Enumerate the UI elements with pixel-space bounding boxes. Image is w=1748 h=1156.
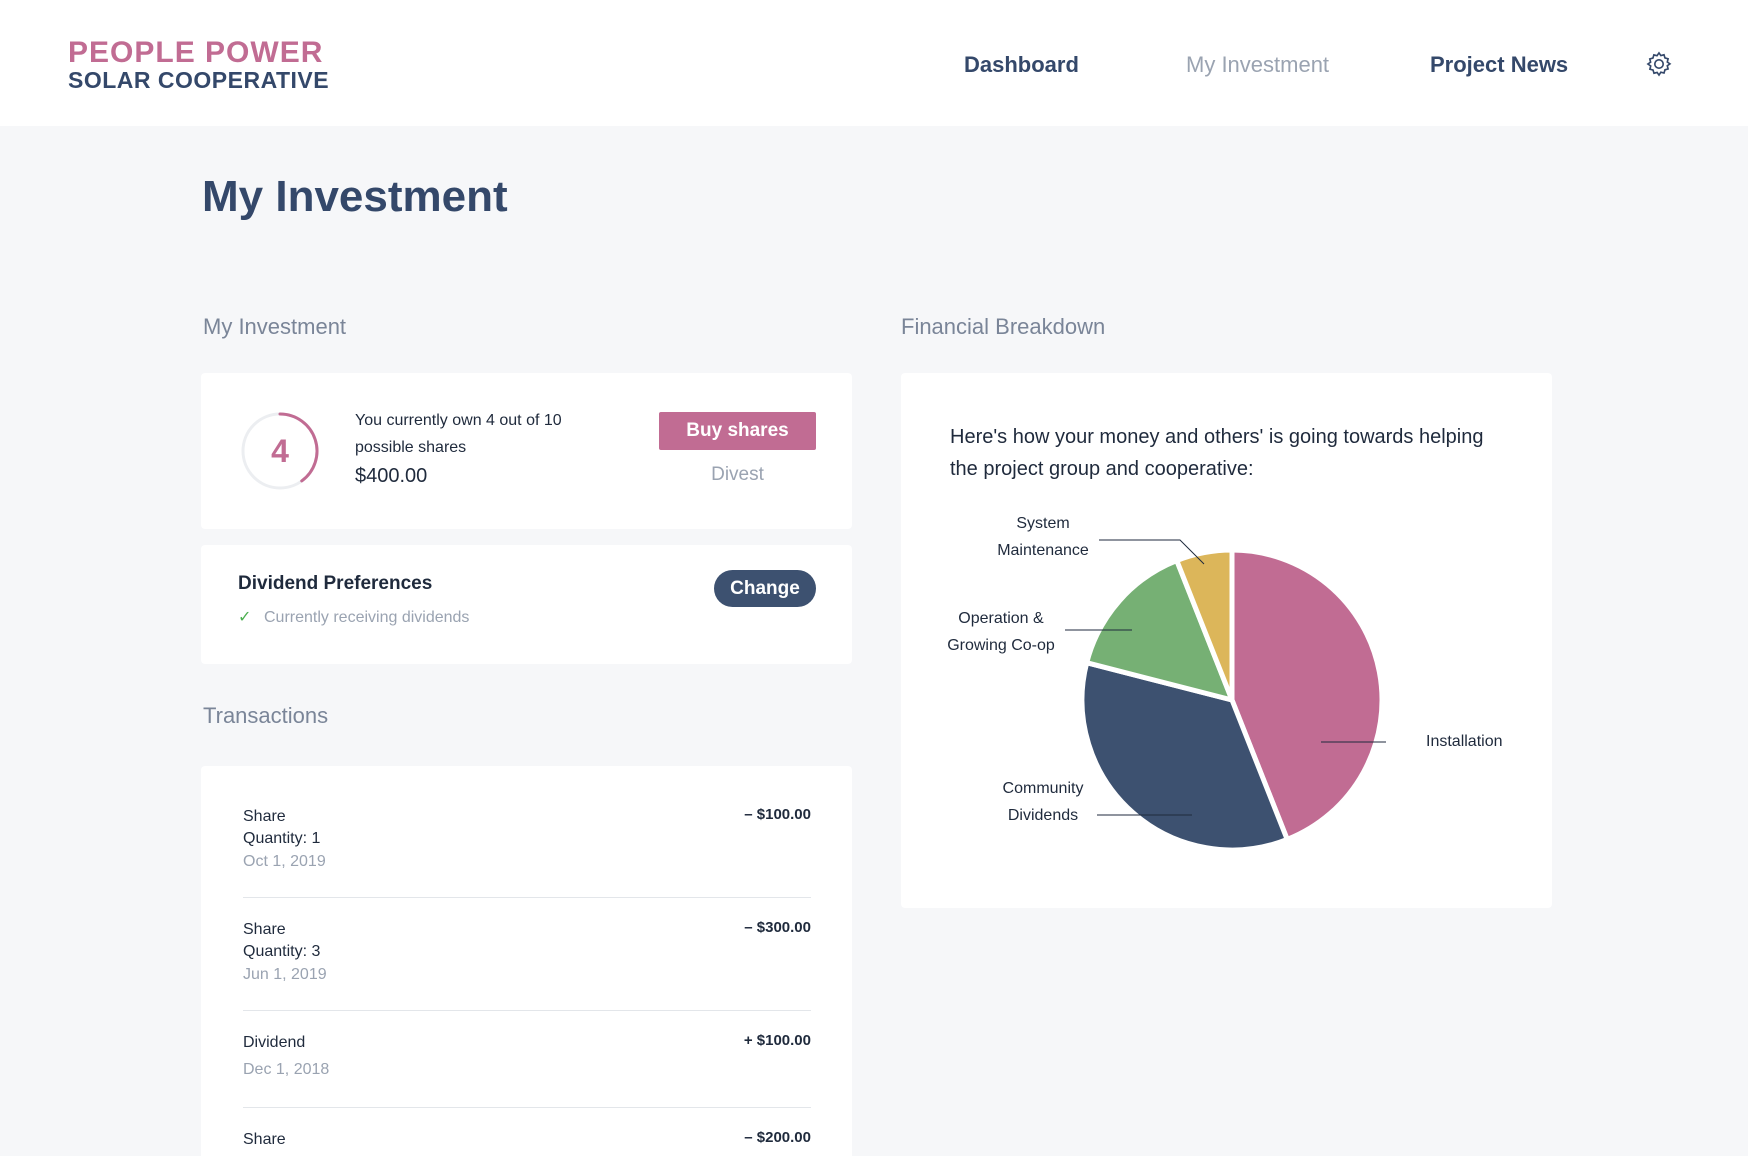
transaction-type: Share <box>243 808 286 825</box>
transaction-row[interactable]: Share Quantity: 1 Oct 1, 2019 – $100.00 <box>243 806 811 874</box>
nav-project-news[interactable]: Project News <box>1430 52 1568 78</box>
page-title: My Investment <box>202 172 508 221</box>
transaction-amount: + $100.00 <box>743 1032 811 1049</box>
ownership-text: You currently own 4 out of 10 possible s… <box>355 412 562 456</box>
transaction-quantity: Quantity: 3 <box>243 943 321 960</box>
pie-chart: Installation Community Dividends Operation … <box>947 515 1503 853</box>
transaction-date: Jun 1, 2019 <box>243 966 327 983</box>
transaction-type: Share <box>243 1131 286 1148</box>
transaction-row[interactable]: Share – $200.00 <box>243 1129 811 1151</box>
transaction-amount: – $300.00 <box>744 919 811 936</box>
transaction-divider <box>243 897 811 898</box>
shares-owned-count: 4 <box>271 432 289 469</box>
transactions-card: Share Quantity: 1 Oct 1, 2019 – $100.00 … <box>201 766 852 1156</box>
transaction-quantity: Quantity: 1 <box>243 830 321 847</box>
dividend-preferences-card: Dividend Preferences ✓ Currently receivi… <box>201 545 852 664</box>
change-dividend-button[interactable]: Change <box>714 570 816 607</box>
nav-dashboard[interactable]: Dashboard <box>964 52 1079 78</box>
transaction-row[interactable]: Dividend Dec 1, 2018 + $100.00 <box>243 1032 811 1082</box>
pie-label-installation: Installation <box>1426 733 1503 750</box>
logo[interactable]: PEOPLE POWER SOLAR COOPERATIVE <box>68 36 330 93</box>
pie-label-system-maintenance: System Maintenance <box>997 515 1089 559</box>
buy-shares-button[interactable]: Buy shares <box>659 412 816 450</box>
gear-icon[interactable] <box>1645 50 1673 78</box>
dividend-preferences-title: Dividend Preferences <box>238 573 433 594</box>
top-bar: PEOPLE POWER SOLAR COOPERATIVE Dashboard… <box>0 0 1748 126</box>
transaction-amount: – $100.00 <box>744 806 811 823</box>
pie-label-operation-growing-co-op: Operation & Growing Co-op <box>947 610 1055 654</box>
financial-section-label: Financial Breakdown <box>901 314 1106 339</box>
logo-line-1: PEOPLE POWER <box>68 36 324 69</box>
dividend-status: Currently receiving dividends <box>264 609 470 626</box>
investment-amount: $400.00 <box>355 465 428 487</box>
transactions-section-label: Transactions <box>203 703 329 728</box>
transaction-divider <box>243 1107 811 1108</box>
investment-card: 4 You currently own 4 out of 10 possible… <box>201 373 852 529</box>
financial-breakdown-card: Here's how your money and others' is goi… <box>901 373 1552 908</box>
investment-section-label: My Investment <box>203 314 347 339</box>
transaction-date: Dec 1, 2018 <box>243 1061 330 1078</box>
logo-line-2: SOLAR COOPERATIVE <box>68 67 330 93</box>
transaction-amount: – $200.00 <box>744 1129 811 1146</box>
divest-link[interactable]: Divest <box>659 464 816 486</box>
check-icon: ✓ <box>238 609 252 626</box>
transaction-type: Dividend <box>243 1034 306 1051</box>
pie-label-community-dividends: Community Dividends <box>1003 780 1084 824</box>
transaction-date: Oct 1, 2019 <box>243 853 326 870</box>
transaction-row[interactable]: Share Quantity: 3 Jun 1, 2019 – $300.00 <box>243 919 811 987</box>
nav-my-investment[interactable]: My Investment <box>1186 52 1329 78</box>
transaction-type: Share <box>243 921 286 938</box>
transaction-divider <box>243 1010 811 1011</box>
